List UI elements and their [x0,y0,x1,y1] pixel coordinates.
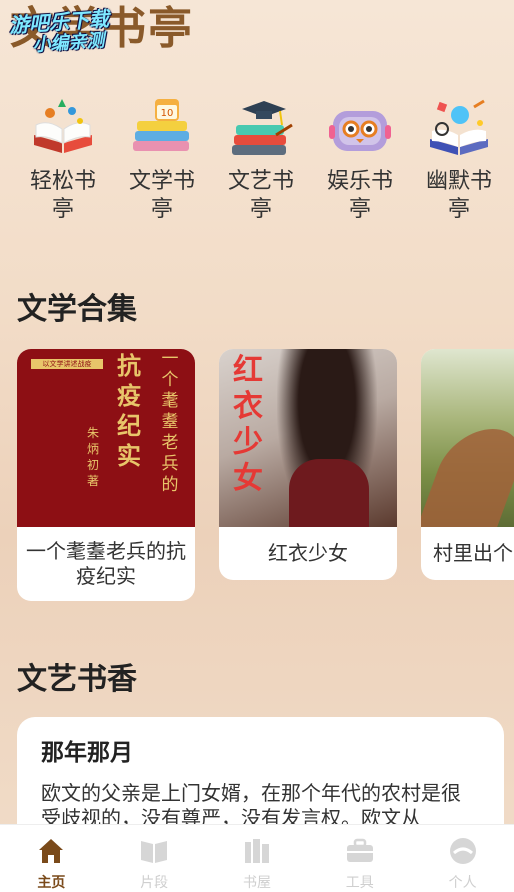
tab-label: 书屋 [242,875,271,891]
book-stack-calendar-icon: 10 [127,94,197,162]
science-book-icon [424,94,494,162]
category-literature[interactable]: 10 文学书亭 [115,94,209,224]
category-relaxed[interactable]: 轻松书亭 [16,94,110,224]
article-title: 那年那月 [41,740,133,766]
briefcase-icon [344,835,376,866]
category-entertainment[interactable]: 娱乐书亭 [313,94,407,224]
category-arts[interactable]: 文艺书亭 [214,94,308,224]
book-cover [421,349,514,527]
tab-profile[interactable]: 个人 [412,825,514,892]
tab-home[interactable]: 主页 [0,825,102,892]
category-label: 文学书亭 [128,169,195,222]
book-card[interactable]: 红衣少女 红衣少女 [219,349,397,580]
tab-label: 工具 [345,875,374,891]
category-row: 轻松书亭 10 文学书亭 文艺书亭 娱乐书亭 幽默书亭 [16,94,506,224]
cover-author-text: 朱炳初 著 [86,426,99,488]
book-cover: 红衣少女 [219,349,397,527]
app-page: 文学书亭 游吧乐下载 小编亲测 轻松书亭 10 文学书亭 文艺书亭 娱乐书亭 幽… [0,0,514,892]
tab-label: 个人 [448,875,477,891]
bottom-tab-bar: 主页 片段 书屋 工具 个人 [0,824,514,892]
tab-label: 片段 [140,875,169,891]
book-title: 红衣少女 [268,541,348,565]
tab-label: 主页 [37,875,66,891]
open-book-icon [28,94,98,162]
category-humor[interactable]: 幽默书亭 [412,94,506,224]
tab-snippets[interactable]: 片段 [103,825,205,892]
cover-title-text: 红衣少女 [233,353,263,496]
robot-icon [325,94,395,162]
cover-figure-dress [289,459,369,527]
graduation-books-icon [226,94,296,162]
tab-tools[interactable]: 工具 [309,825,411,892]
svg-text:10: 10 [161,108,174,119]
cover-path [421,429,514,527]
cover-top-label: 以文学讲述战疫 [31,359,103,369]
category-label: 轻松书亭 [29,169,96,222]
category-label: 娱乐书亭 [326,169,393,222]
cover-subtitle-text: 一个耄耋老兵的 [161,349,179,495]
watermark-logo: 游吧乐下载 小编亲测 [8,6,141,67]
home-icon [35,835,67,866]
book-title: 村里出个 [433,541,513,565]
book-open-icon [138,835,170,866]
section-title-collection: 文学合集 [17,292,137,327]
profile-icon [447,835,479,866]
category-label: 幽默书亭 [425,169,492,222]
tab-bookhouse[interactable]: 书屋 [206,825,308,892]
category-label: 文艺书亭 [227,169,294,222]
book-carousel[interactable]: 以文学讲述战疫 抗疫纪实 一个耄耋老兵的 朱炳初 著 一个耄耋老兵的抗疫纪实 红… [17,349,514,609]
book-title: 一个耄耋老兵的抗疫纪实 [26,539,186,588]
cover-title-text: 抗疫纪实 [117,352,141,470]
book-card[interactable]: 以文学讲述战疫 抗疫纪实 一个耄耋老兵的 朱炳初 著 一个耄耋老兵的抗疫纪实 [17,349,195,601]
bookshelf-icon [241,835,273,866]
book-card[interactable]: 村里出个 [421,349,514,580]
section-title-literary: 文艺书香 [17,662,137,697]
book-cover: 以文学讲述战疫 抗疫纪实 一个耄耋老兵的 朱炳初 著 [17,349,195,527]
